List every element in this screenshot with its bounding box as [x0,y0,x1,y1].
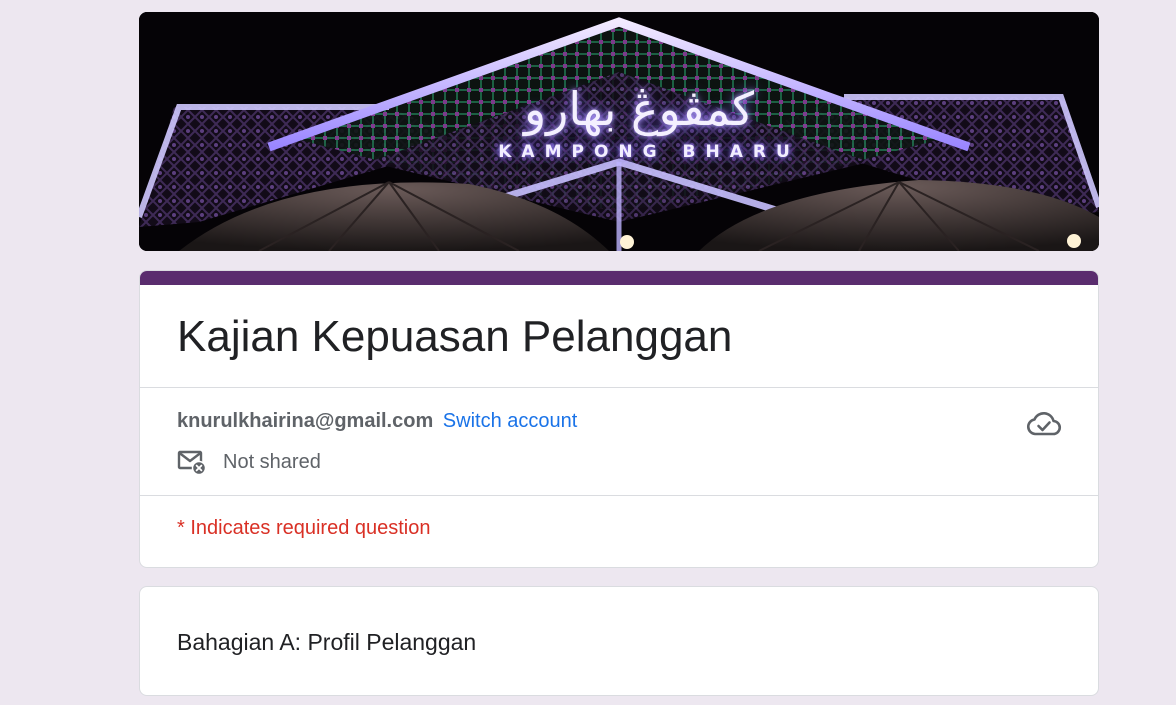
form-header-card: Kajian Kepuasan Pelanggan knurulkhairina… [139,270,1099,568]
switch-account-link[interactable]: Switch account [443,410,578,432]
account-divider [140,495,1098,496]
banner-sign-latin-text: KAMPONG BHARU [498,142,800,162]
account-email: knurulkhairina@gmail.com [177,410,434,432]
cloud-done-icon[interactable] [1026,409,1062,439]
section-header-card: Bahagian A: Profil Pelanggan [139,586,1099,696]
share-status-label: Not shared [223,451,321,473]
section-title: Bahagian A: Profil Pelanggan [177,629,477,655]
title-divider [140,387,1098,388]
header-banner-image: كمڤوڠ بهارو KAMPONG BHARU [139,12,1099,251]
required-question-note: * Indicates required question [177,517,431,539]
mail-off-icon [177,450,207,476]
form-page: كمڤوڠ بهارو KAMPONG BHARU Kajian Kepuasa… [0,0,1176,705]
account-row: knurulkhairina@gmail.com Switch account [177,407,577,435]
banner-sign-jawi-text: كمڤوڠ بهارو [523,82,755,136]
card-accent-bar [140,271,1098,285]
form-title: Kajian Kepuasan Pelanggan [177,312,733,361]
share-status-row: Not shared [177,447,321,477]
